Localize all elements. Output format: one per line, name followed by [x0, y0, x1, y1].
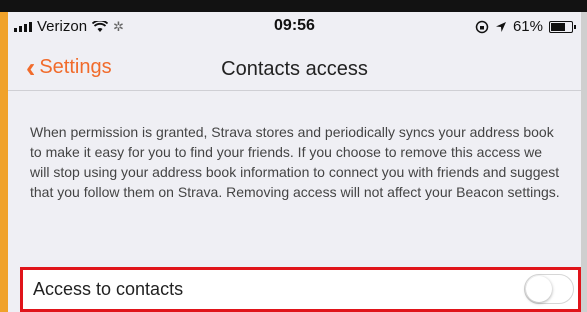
right-frame-edge [581, 12, 587, 312]
location-icon [495, 21, 506, 32]
status-right: 61% [475, 18, 576, 35]
access-to-contacts-label: Access to contacts [33, 279, 184, 299]
permission-description: When permission is granted, Strava store… [30, 124, 560, 200]
phone-screen: Verizon ✲ 09:56 61% ‹ Settings Contacts … [8, 12, 581, 312]
navigation-bar: ‹ Settings Contacts access [8, 46, 581, 91]
left-frame-edge [0, 12, 8, 312]
battery-percent: 61% [512, 18, 543, 35]
status-bar: Verizon ✲ 09:56 61% [8, 12, 581, 40]
battery-icon [549, 20, 576, 33]
lock-rotation-icon [475, 20, 489, 33]
page-title: Contacts access [221, 58, 368, 80]
toggle-knob [526, 276, 552, 302]
access-to-contacts-row[interactable]: Access to contacts [20, 267, 581, 312]
top-frame-edge [0, 0, 587, 12]
contacts-access-toggle[interactable] [524, 274, 574, 304]
